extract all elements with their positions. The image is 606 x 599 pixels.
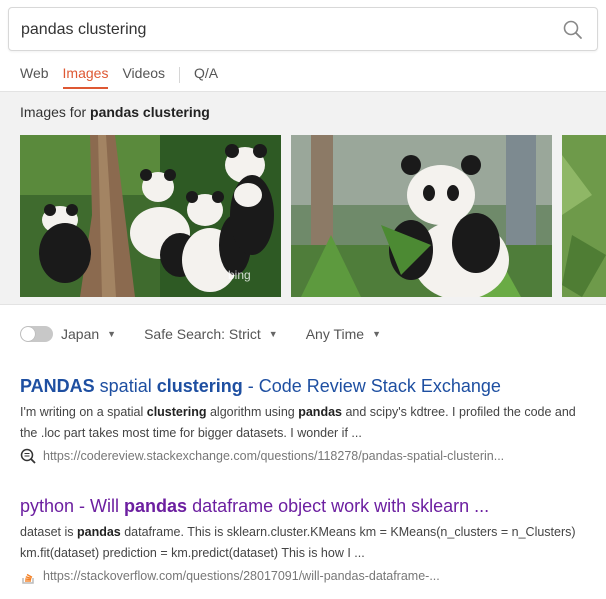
time-filter[interactable]: Any Time ▼ bbox=[306, 326, 381, 342]
codereview-icon bbox=[20, 448, 36, 464]
stackoverflow-icon bbox=[22, 573, 34, 584]
snippet-text: I'm writing on a spatial bbox=[20, 405, 147, 419]
tab-videos[interactable]: Videos bbox=[122, 63, 165, 87]
time-label: Any Time bbox=[305, 326, 365, 342]
images-heading: Images for pandas clustering bbox=[20, 104, 210, 120]
panda-bamboo-image bbox=[291, 135, 552, 297]
snippet-text: algorithm using bbox=[206, 405, 299, 419]
result-url-text: https://codereview.stackexchange.com/que… bbox=[43, 449, 505, 463]
title-text: dataframe object work with sklearn ... bbox=[187, 496, 490, 516]
panda-cubs-image: bing bbox=[20, 135, 281, 297]
result-url[interactable]: https://codereview.stackexchange.com/que… bbox=[20, 448, 590, 464]
tab-divider bbox=[179, 67, 181, 83]
image-thumb-pandas-tree[interactable]: bing bbox=[20, 135, 281, 297]
image-thumb-partial[interactable] bbox=[562, 135, 606, 297]
search-input[interactable] bbox=[21, 18, 541, 42]
result-title-link[interactable]: PANDAS spatial clustering - Code Review … bbox=[20, 375, 590, 397]
title-text: python - Will bbox=[20, 496, 125, 516]
image-thumb-panda-bamboo[interactable] bbox=[291, 135, 552, 297]
search-icon bbox=[563, 20, 582, 39]
images-heading-query: pandas clustering bbox=[90, 104, 210, 120]
result-snippet: I'm writing on a spatial clustering algo… bbox=[20, 402, 590, 444]
images-heading-prefix: Images for bbox=[20, 104, 87, 120]
title-bold: PANDAS bbox=[20, 376, 95, 396]
toggle-knob bbox=[21, 327, 35, 341]
search-result: python - Will pandas dataframe object wo… bbox=[20, 495, 590, 584]
snippet-text: dataset is bbox=[20, 525, 77, 539]
tab-web[interactable]: Web bbox=[20, 63, 49, 87]
chevron-down-icon: ▼ bbox=[268, 329, 278, 339]
search-tabs: Web Images Videos Q/A bbox=[20, 63, 232, 89]
title-text: - Code Review Stack Exchange bbox=[242, 376, 501, 396]
chevron-down-icon: ▼ bbox=[372, 329, 381, 339]
search-box[interactable] bbox=[8, 7, 598, 51]
snippet-bold: pandas bbox=[76, 525, 121, 539]
title-text: spatial bbox=[94, 376, 157, 396]
result-url-text: https://stackoverflow.com/questions/2801… bbox=[43, 569, 440, 583]
title-bold: pandas bbox=[124, 496, 188, 516]
region-filter[interactable]: Japan ▼ bbox=[20, 326, 116, 342]
snippet-bold: pandas bbox=[298, 405, 342, 419]
result-url[interactable]: https://stackoverflow.com/questions/2801… bbox=[20, 568, 590, 584]
tab-qa[interactable]: Q/A bbox=[194, 63, 218, 87]
chevron-down-icon: ▼ bbox=[107, 329, 117, 339]
safe-search-label: Safe Search: Strict bbox=[144, 326, 261, 342]
search-button[interactable] bbox=[561, 18, 585, 42]
region-toggle[interactable] bbox=[20, 326, 53, 342]
snippet-bold: clustering bbox=[146, 405, 207, 419]
title-bold: clustering bbox=[156, 376, 243, 396]
search-filters: Japan ▼ Safe Search: Strict ▼ Any Time ▼ bbox=[20, 324, 381, 344]
result-snippet: dataset is pandas dataframe. This is skl… bbox=[20, 522, 590, 564]
region-label: Japan bbox=[61, 326, 100, 342]
search-result: PANDAS spatial clustering - Code Review … bbox=[20, 375, 590, 464]
bing-watermark: bing bbox=[228, 268, 251, 282]
images-module: Images for pandas clustering bing bbox=[0, 92, 606, 305]
panda-foliage-image bbox=[562, 135, 606, 297]
result-title-link[interactable]: python - Will pandas dataframe object wo… bbox=[20, 495, 590, 517]
safe-search-filter[interactable]: Safe Search: Strict ▼ bbox=[144, 326, 278, 342]
tab-images[interactable]: Images bbox=[62, 63, 108, 89]
